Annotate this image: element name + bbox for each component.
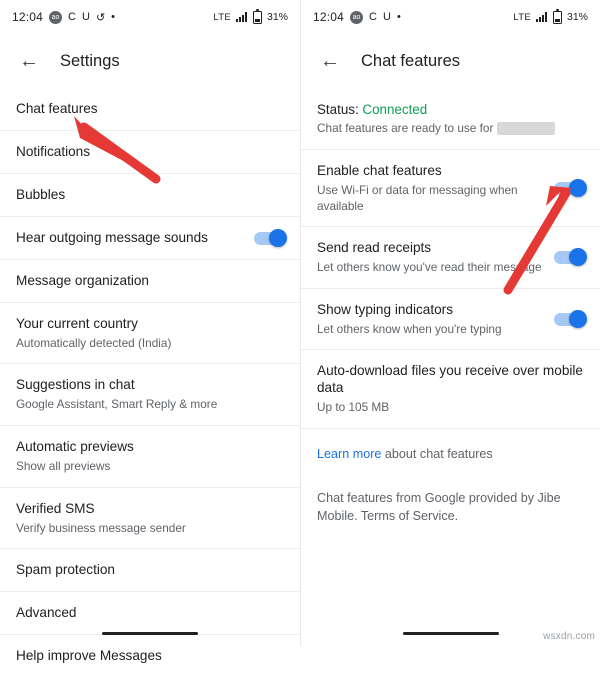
setting-show-typing-indicators[interactable]: Show typing indicators Let others know w… — [301, 289, 600, 351]
status-line: Status: Connected — [317, 102, 584, 117]
chat-features-list: Enable chat features Use Wi-Fi or data f… — [301, 150, 600, 538]
status-time: 12:04 — [12, 10, 44, 24]
redacted-value — [497, 121, 556, 135]
crescent-icon: C — [369, 11, 377, 23]
back-arrow-icon[interactable]: ← — [317, 48, 343, 74]
right-phone-screen: 12:04 ao C U • LTE 31% ← Chat features S… — [300, 0, 600, 646]
row-title: Automatic previews — [16, 439, 134, 455]
signal-bars-icon — [535, 12, 548, 22]
status-left-group: 12:04 ao C U • — [313, 10, 401, 24]
battery-percent-label: 31% — [566, 11, 588, 23]
network-type-label: LTE — [213, 11, 231, 23]
battery-icon — [552, 9, 562, 24]
settings-list: Chat features Notifications Bubbles Hear… — [0, 88, 300, 677]
left-phone-screen: 12:04 ao C U ↺ • LTE 31% ← Settings Chat… — [0, 0, 300, 663]
app-badge-icon: ao — [350, 10, 364, 24]
row-title: Spam protection — [16, 562, 115, 578]
toggle-enable-chat-features[interactable] — [554, 179, 587, 198]
dot-icon: • — [111, 11, 116, 23]
footer-note-text: Chat features from Google provided by Ji… — [317, 490, 561, 524]
row-title: Auto-download files you receive over mob… — [317, 363, 583, 396]
row-subtitle: Use Wi-Fi or data for messaging when ava… — [317, 182, 518, 213]
status-time: 12:04 — [313, 10, 345, 24]
status-badge: Connected — [362, 102, 428, 117]
row-title: Suggestions in chat — [16, 377, 135, 393]
dot-icon: • — [396, 11, 401, 23]
network-type-label: LTE — [513, 11, 531, 23]
status-block: Status: Connected Chat features are read… — [301, 88, 600, 150]
sidebar-item-notifications[interactable]: Notifications — [0, 131, 300, 174]
row-title: Show typing indicators — [317, 301, 454, 317]
sidebar-item-verified-sms[interactable]: Verified SMS Verify business message sen… — [0, 488, 300, 550]
status-label: Status: — [317, 102, 359, 117]
dual-screenshot-container: 12:04 ao C U ↺ • LTE 31% ← Settings Chat… — [0, 0, 600, 663]
row-subtitle: Google Assistant, Smart Reply & more — [16, 397, 218, 412]
sidebar-item-your-current-country[interactable]: Your current country Automatically detec… — [0, 303, 300, 365]
toggle-hear-outgoing-message-sounds[interactable] — [254, 228, 287, 247]
home-pill-icon[interactable] — [102, 631, 198, 635]
toggle-send-read-receipts[interactable] — [554, 248, 587, 267]
home-pill-icon[interactable] — [402, 631, 499, 635]
status-right-group: LTE 31% — [513, 9, 588, 24]
row-subtitle: Let others know when you're typing — [317, 321, 502, 336]
row-title: Enable chat features — [317, 163, 442, 178]
footer-note: Chat features from Google provided by Ji… — [301, 476, 600, 539]
row-title: Verified SMS — [16, 500, 95, 516]
row-title: Message organization — [16, 272, 149, 288]
status-right-group: LTE 31% — [213, 9, 288, 24]
letter-u-icon: U — [81, 11, 90, 23]
row-subtitle: Let others know you've read their messag… — [317, 260, 542, 275]
status-left-group: 12:04 ao C U ↺ • — [12, 10, 115, 24]
status-description: Chat features are ready to use for — [317, 121, 584, 135]
row-title: Send read receipts — [317, 240, 432, 256]
row-subtitle: Up to 105 MB — [317, 400, 390, 415]
row-title: Help improve Messages — [16, 648, 162, 664]
row-title: Bubbles — [16, 186, 66, 202]
sidebar-item-spam-protection[interactable]: Spam protection — [0, 549, 300, 593]
page-title: Chat features — [361, 51, 461, 70]
sidebar-item-message-organization[interactable]: Message organization — [0, 260, 300, 303]
crescent-icon: C — [68, 11, 76, 23]
left-app-bar: ← Settings — [0, 34, 300, 88]
row-text: Send read receipts Let others know you'v… — [317, 240, 544, 276]
left-nav-bar — [0, 620, 300, 646]
setting-enable-chat-features[interactable]: Enable chat features Use Wi-Fi or data f… — [301, 150, 600, 228]
back-arrow-icon[interactable]: ← — [16, 48, 42, 74]
sidebar-item-chat-features[interactable]: Chat features — [0, 88, 300, 131]
row-text: Show typing indicators Let others know w… — [317, 302, 544, 338]
row-subtitle: Automatically detected (India) — [16, 335, 172, 350]
learn-more-row[interactable]: Learn more about chat features — [301, 429, 600, 476]
row-title: Notifications — [16, 143, 91, 159]
sidebar-item-bubbles[interactable]: Bubbles — [0, 174, 300, 217]
learn-more-link[interactable]: Learn more — [317, 447, 381, 461]
sidebar-item-suggestions-in-chat[interactable]: Suggestions in chat Google Assistant, Sm… — [0, 364, 300, 427]
sidebar-item-automatic-previews[interactable]: Automatic previews Show all previews — [0, 426, 300, 488]
right-app-bar: ← Chat features — [301, 34, 600, 88]
row-subtitle: Show all previews — [16, 459, 111, 473]
status-description-text: Chat features are ready to use for — [317, 121, 494, 135]
signal-bars-icon — [235, 12, 248, 22]
setting-auto-download-files[interactable]: Auto-download files you receive over mob… — [301, 350, 600, 429]
toggle-show-typing-indicators[interactable] — [554, 309, 587, 328]
row-title: Chat features — [16, 101, 98, 116]
row-title: Your current country — [16, 315, 138, 331]
letter-u-icon: U — [382, 11, 391, 23]
learn-more-rest: about chat features — [381, 446, 493, 461]
watermark: wsxdn.com — [543, 631, 595, 642]
row-text: Hear outgoing message sounds — [16, 230, 244, 247]
left-status-bar: 12:04 ao C U ↺ • LTE 31% — [0, 0, 300, 34]
sidebar-item-hear-outgoing-message-sounds[interactable]: Hear outgoing message sounds — [0, 217, 300, 260]
rotate-icon: ↺ — [95, 11, 106, 24]
row-subtitle: Verify business message sender — [16, 520, 186, 535]
page-title: Settings — [60, 51, 120, 70]
row-text: Enable chat features Use Wi-Fi or data f… — [317, 163, 544, 214]
setting-send-read-receipts[interactable]: Send read receipts Let others know you'v… — [301, 227, 600, 289]
app-badge-icon: ao — [49, 10, 63, 24]
battery-icon — [252, 9, 262, 24]
row-title: Hear outgoing message sounds — [16, 229, 208, 245]
battery-percent-label: 31% — [266, 11, 288, 23]
right-status-bar: 12:04 ao C U • LTE 31% — [301, 0, 600, 34]
